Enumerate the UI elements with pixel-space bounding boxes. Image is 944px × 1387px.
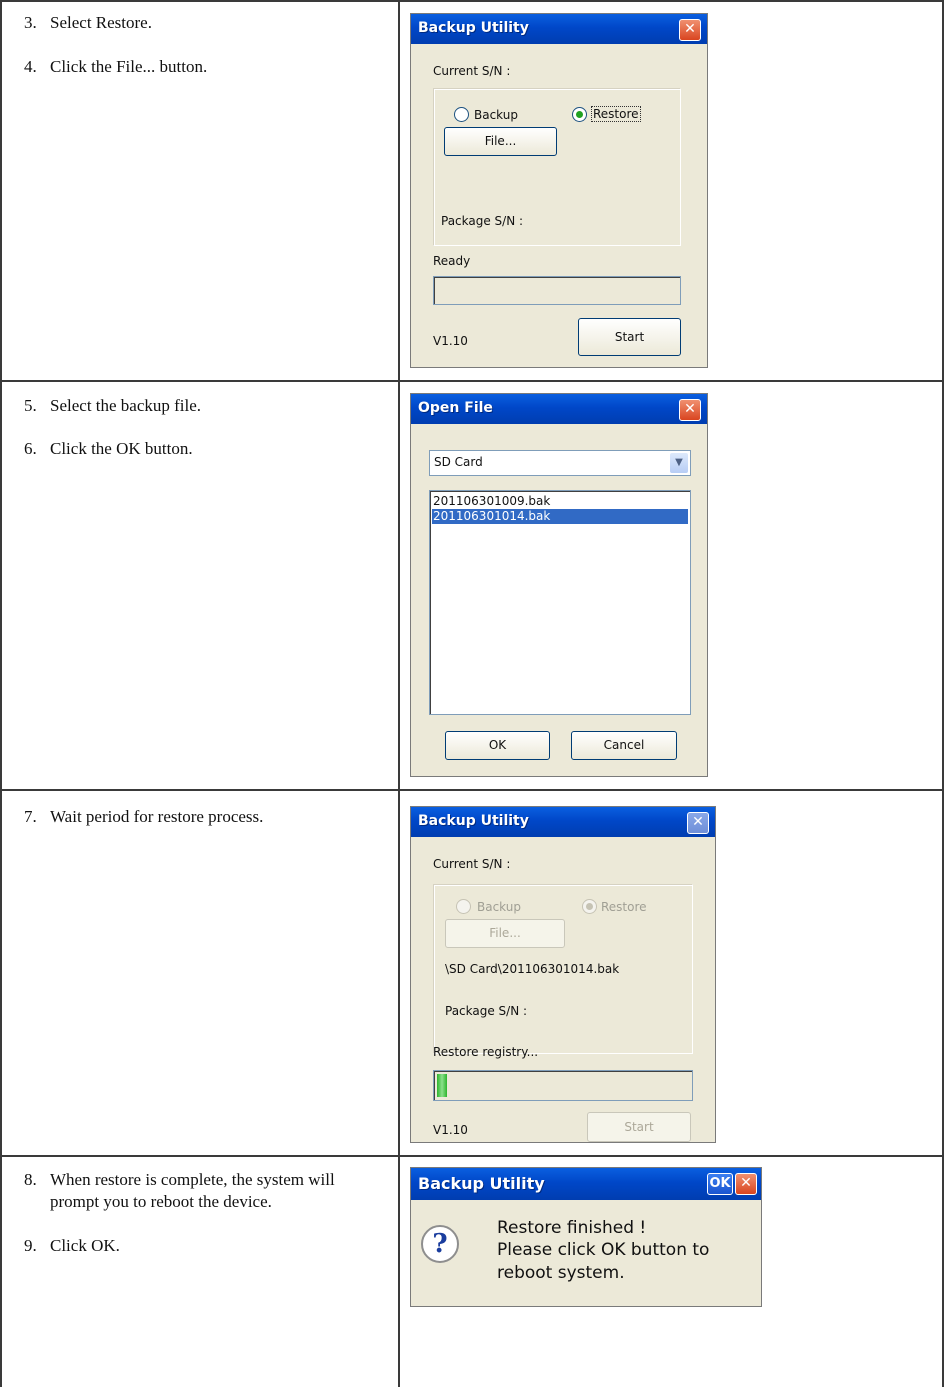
step-number: 9. bbox=[24, 1236, 37, 1255]
version-label: V1.10 bbox=[433, 334, 468, 348]
dialog-title: Backup Utility bbox=[418, 20, 529, 36]
progress-bar bbox=[433, 276, 681, 305]
row-divider bbox=[0, 380, 944, 382]
message-line: Please click OK button to bbox=[497, 1240, 710, 1260]
close-icon[interactable]: ✕ bbox=[679, 399, 701, 421]
step-item: 8. When restore is complete, the system w… bbox=[24, 1169, 379, 1213]
dialog-title: Backup Utility bbox=[418, 1174, 545, 1193]
close-icon[interactable]: ✕ bbox=[735, 1173, 757, 1195]
column-divider bbox=[398, 0, 400, 1387]
step-number: 7. bbox=[24, 807, 37, 826]
question-icon: ? bbox=[421, 1225, 459, 1263]
open-file-dialog: Open File ✕ SD Card ▼ 201106301009.bak 2… bbox=[410, 393, 708, 777]
step-number: 8. bbox=[24, 1170, 37, 1189]
file-path-label: \SD Card\201106301014.bak bbox=[445, 962, 620, 976]
step-text: Select the backup file. bbox=[50, 396, 202, 415]
file-button: File... bbox=[445, 919, 565, 948]
dialog-title: Backup Utility bbox=[418, 813, 529, 829]
step-item: 7. Wait period for restore process. bbox=[24, 806, 379, 828]
restore-radio-label: Restore bbox=[591, 106, 641, 122]
step-item: 6. Click the OK button. bbox=[24, 438, 379, 460]
backup-radio[interactable] bbox=[454, 107, 469, 122]
message-line: Restore finished ! bbox=[497, 1218, 647, 1238]
row-divider bbox=[0, 1155, 944, 1157]
restore-radio bbox=[582, 899, 597, 914]
restore-radio-label: Restore bbox=[601, 900, 647, 914]
backup-radio-label: Backup bbox=[474, 108, 518, 122]
current-sn-label: Current S/N : bbox=[433, 857, 511, 871]
dialog-title: Open File bbox=[418, 400, 493, 416]
step-text: Click the File... button. bbox=[50, 57, 208, 76]
step-text: Click OK. bbox=[50, 1236, 120, 1255]
row-divider bbox=[0, 789, 944, 791]
step-number: 6. bbox=[24, 439, 37, 458]
step-text: Wait period for restore process. bbox=[50, 807, 264, 826]
step-item: 4. Click the File... button. bbox=[24, 56, 379, 78]
status-text: Restore registry... bbox=[433, 1045, 539, 1059]
dialog-titlebar: Backup Utility ✕ bbox=[411, 807, 715, 837]
current-sn-label: Current S/N : bbox=[433, 64, 511, 78]
message-line: reboot system. bbox=[497, 1263, 625, 1283]
list-item[interactable]: 201106301014.bak bbox=[432, 509, 688, 524]
progress-bar bbox=[433, 1070, 693, 1101]
ok-button[interactable]: OK bbox=[707, 1173, 733, 1195]
start-button[interactable]: Start bbox=[578, 318, 681, 356]
restore-finished-message-box: Backup Utility OK ✕ ? Restore finished !… bbox=[410, 1167, 762, 1307]
step-item: 5. Select the backup file. bbox=[24, 395, 379, 417]
location-value: SD Card bbox=[434, 455, 483, 469]
step-number: 5. bbox=[24, 396, 37, 415]
backup-utility-dialog-restoring: Backup Utility ✕ Current S/N : Backup Re… bbox=[410, 806, 716, 1143]
file-button[interactable]: File... bbox=[444, 127, 557, 156]
dialog-titlebar: Backup Utility OK ✕ bbox=[411, 1168, 761, 1200]
close-icon[interactable]: ✕ bbox=[679, 19, 701, 41]
step-number: 3. bbox=[24, 13, 37, 32]
package-sn-label: Package S/N : bbox=[441, 214, 524, 228]
backup-radio bbox=[456, 899, 471, 914]
ok-button[interactable]: OK bbox=[445, 731, 550, 760]
restore-radio[interactable] bbox=[572, 107, 587, 122]
start-button: Start bbox=[587, 1112, 691, 1142]
version-label: V1.10 bbox=[433, 1123, 468, 1137]
list-item[interactable]: 201106301009.bak bbox=[432, 494, 688, 509]
chevron-down-icon[interactable]: ▼ bbox=[670, 453, 688, 473]
progress-fill bbox=[437, 1074, 447, 1097]
backup-radio-label: Backup bbox=[477, 900, 521, 914]
package-sn-label: Package S/N : bbox=[445, 1004, 528, 1018]
step-number: 4. bbox=[24, 57, 37, 76]
step-text: Click the OK button. bbox=[50, 439, 193, 458]
file-list[interactable]: 201106301009.bak 201106301014.bak bbox=[429, 490, 691, 715]
step-text: Select Restore. bbox=[50, 13, 152, 32]
dialog-titlebar: Backup Utility ✕ bbox=[411, 14, 707, 44]
cancel-button[interactable]: Cancel bbox=[571, 731, 677, 760]
step-text: When restore is complete, the system wil… bbox=[50, 1170, 335, 1211]
dialog-titlebar: Open File ✕ bbox=[411, 394, 707, 424]
backup-utility-dialog: Backup Utility ✕ Current S/N : Backup Re… bbox=[410, 13, 708, 368]
step-item: 9. Click OK. bbox=[24, 1235, 379, 1257]
location-select[interactable]: SD Card ▼ bbox=[429, 450, 691, 476]
status-text: Ready bbox=[433, 254, 471, 268]
close-icon: ✕ bbox=[687, 812, 709, 834]
step-item: 3. Select Restore. bbox=[24, 12, 379, 34]
